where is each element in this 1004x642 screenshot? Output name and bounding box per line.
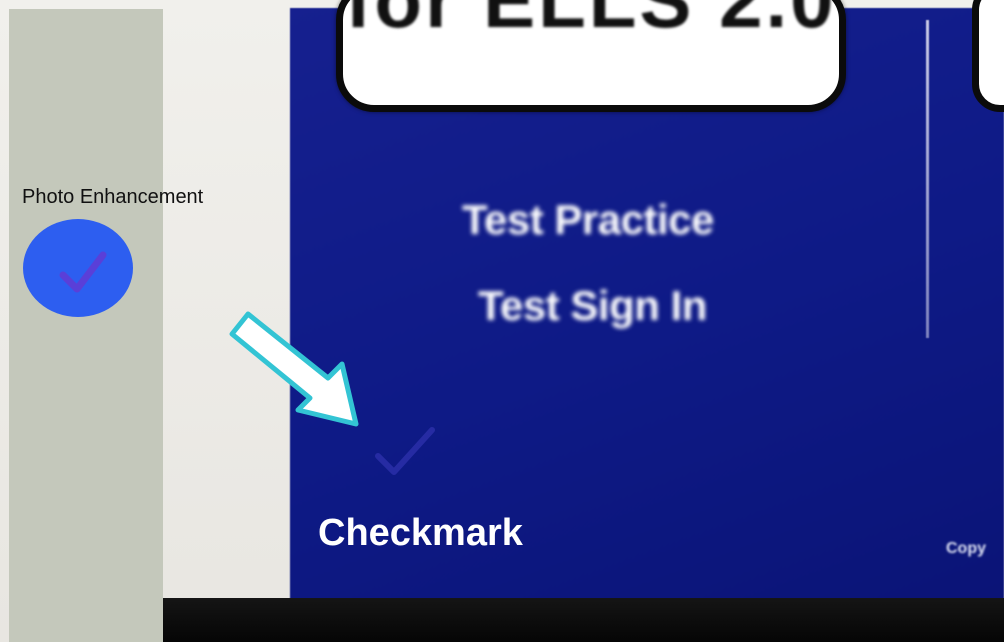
checkmark-label: Checkmark xyxy=(318,512,523,554)
photo-enhancement-toggle[interactable] xyxy=(23,219,133,317)
screenshot-stage: for ELLS 2.0 Test Practice Test Sign In … xyxy=(0,0,1004,642)
screen-divider xyxy=(926,20,929,338)
device-bezel xyxy=(160,598,1004,642)
test-sign-in-link[interactable]: Test Sign In xyxy=(478,282,707,330)
app-title-box: for ELLS 2.0 xyxy=(336,0,846,112)
checkmark-icon[interactable] xyxy=(372,424,438,480)
arrow-icon xyxy=(229,311,359,427)
annotation-sidebar xyxy=(9,9,163,642)
photo-enhancement-label: Photo Enhancement xyxy=(22,186,204,208)
checkmark-icon xyxy=(59,251,107,293)
copyright-text: Copy xyxy=(946,540,986,557)
app-title: for ELLS 2.0 xyxy=(345,0,837,44)
secondary-title-box xyxy=(972,0,1004,112)
test-practice-link[interactable]: Test Practice xyxy=(462,196,714,244)
